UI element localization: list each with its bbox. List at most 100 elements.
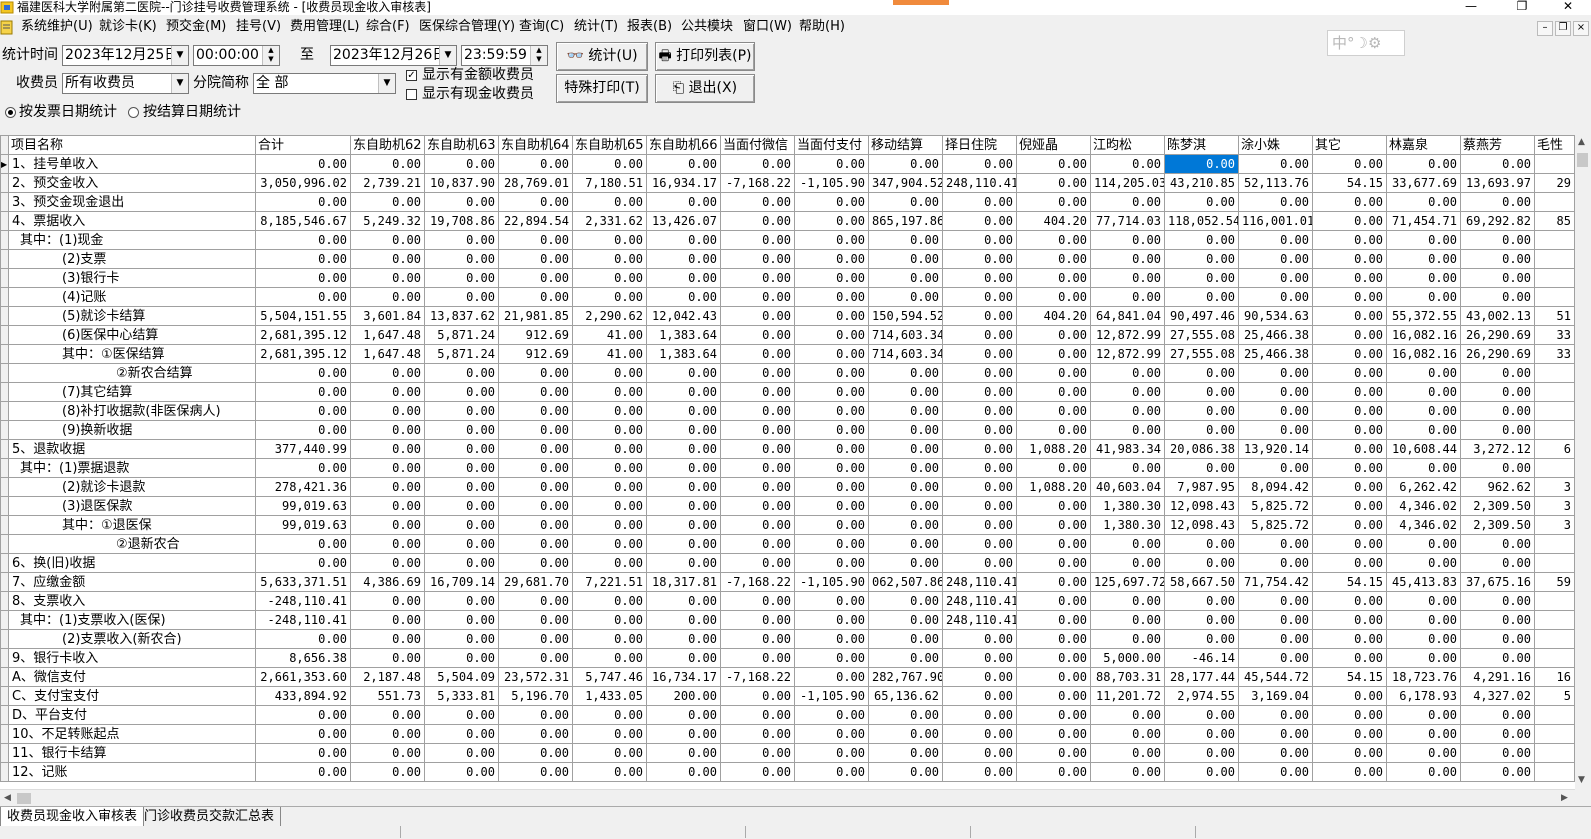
amount-cell[interactable]: 0.00 <box>1460 268 1535 288</box>
amount-cell[interactable]: 0.00 <box>720 762 795 782</box>
amount-cell[interactable]: 0.00 <box>1386 610 1461 630</box>
amount-cell[interactable]: 69,292.82 <box>1460 211 1535 231</box>
amount-cell[interactable]: 0.00 <box>572 458 647 478</box>
row-indicator[interactable] <box>0 268 9 288</box>
table-row[interactable]: 6、换(旧)收据 0.00 0.00 0.00 0.00 0.00 0.00 0.00 0.00… <box>0 553 1575 573</box>
column-header[interactable]: 陈梦淇 <box>1164 135 1239 155</box>
chevron-down-icon[interactable]: ▼ <box>439 46 456 65</box>
table-row[interactable]: (5)就诊卡结算 5,504,151.55 3,601.84 13,837.62 21,… <box>0 306 1575 326</box>
row-indicator[interactable] <box>0 610 9 630</box>
amount-cell[interactable]: 0.00 <box>720 686 795 706</box>
row-label-cell[interactable]: ②退新农合 <box>8 534 256 554</box>
amount-cell[interactable]: 0.00 <box>1164 458 1239 478</box>
menu-stats[interactable]: 统计(T) <box>574 19 618 35</box>
amount-cell[interactable]: 0.00 <box>1238 724 1313 744</box>
amount-cell[interactable]: 5,871.24 <box>424 325 499 345</box>
amount-cell[interactable]: 865,197.86 <box>868 211 943 231</box>
amount-cell[interactable]: 0.00 <box>720 610 795 630</box>
row-indicator[interactable] <box>0 420 9 440</box>
row-label-cell[interactable]: 2、预交金收入 <box>8 173 256 193</box>
table-row[interactable]: 11、银行卡结算 0.00 0.00 0.00 0.00 0.00 0.00 0.00 0.00… <box>0 743 1575 763</box>
amount-cell[interactable]: 71,454.71 <box>1386 211 1461 231</box>
amount-cell[interactable]: 0.00 <box>794 458 869 478</box>
amount-cell[interactable]: 3 <box>1534 515 1575 535</box>
amount-cell[interactable]: 0.00 <box>498 363 573 383</box>
row-indicator[interactable] <box>0 344 9 364</box>
amount-cell[interactable]: 51 <box>1534 306 1575 326</box>
amount-cell[interactable]: 0.00 <box>1164 192 1239 212</box>
amount-cell[interactable]: 0.00 <box>1164 363 1239 383</box>
amount-cell[interactable]: 0.00 <box>1312 382 1387 402</box>
row-indicator[interactable]: ▶ <box>0 154 9 174</box>
amount-cell[interactable]: 0.00 <box>1386 553 1461 573</box>
amount-cell[interactable]: 0.00 <box>794 762 869 782</box>
branch-select[interactable]: 全 部 ▼ <box>253 73 396 94</box>
amount-cell[interactable]: 3,272.12 <box>1460 439 1535 459</box>
amount-cell[interactable]: 0.00 <box>498 515 573 535</box>
amount-cell[interactable]: 0.00 <box>1386 363 1461 383</box>
amount-cell[interactable]: 0.00 <box>720 743 795 763</box>
amount-cell[interactable]: 0.00 <box>868 724 943 744</box>
column-header[interactable]: 东自助机64 <box>498 135 573 155</box>
amount-cell[interactable]: 13,426.07 <box>646 211 721 231</box>
amount-cell[interactable]: 4,386.69 <box>350 572 425 592</box>
amount-cell[interactable]: 0.00 <box>350 287 425 307</box>
amount-cell[interactable]: 0.00 <box>572 553 647 573</box>
row-indicator[interactable] <box>0 325 9 345</box>
column-header[interactable]: 东自助机63 <box>424 135 499 155</box>
column-header[interactable]: 东自助机62 <box>350 135 425 155</box>
table-row[interactable]: (4)记账 0.00 0.00 0.00 0.00 0.00 0.00 0.00 0.00 0.0… <box>0 287 1575 307</box>
amount-cell[interactable]: 0.00 <box>255 230 351 250</box>
amount-cell[interactable]: 0.00 <box>1460 192 1535 212</box>
amount-cell[interactable]: 85 <box>1534 211 1575 231</box>
amount-cell[interactable]: 0.00 <box>1312 705 1387 725</box>
minimize-button[interactable]: — <box>1456 0 1486 15</box>
amount-cell[interactable] <box>1534 268 1575 288</box>
amount-cell[interactable]: 0.00 <box>572 439 647 459</box>
amount-cell[interactable]: 0.00 <box>424 154 499 174</box>
amount-cell[interactable]: 0.00 <box>868 458 943 478</box>
amount-cell[interactable]: 0.00 <box>1016 420 1091 440</box>
amount-cell[interactable]: 0.00 <box>868 401 943 421</box>
amount-cell[interactable]: 5,825.72 <box>1238 496 1313 516</box>
amount-cell[interactable]: 0.00 <box>1312 610 1387 630</box>
amount-cell[interactable]: 0.00 <box>1386 705 1461 725</box>
tab-cashier-audit[interactable]: 收费员现金收入审核表 <box>0 807 145 827</box>
amount-cell[interactable]: 0.00 <box>572 382 647 402</box>
amount-cell[interactable]: 0.00 <box>942 192 1017 212</box>
amount-cell[interactable]: 0.00 <box>498 477 573 497</box>
amount-cell[interactable]: 0.00 <box>1386 420 1461 440</box>
row-indicator[interactable] <box>0 667 9 687</box>
amount-cell[interactable]: 0.00 <box>572 648 647 668</box>
amount-cell[interactable]: 0.00 <box>1090 610 1165 630</box>
row-label-cell[interactable]: (4)记账 <box>8 287 256 307</box>
amount-cell[interactable] <box>1534 629 1575 649</box>
amount-cell[interactable]: 0.00 <box>1238 534 1313 554</box>
amount-cell[interactable]: 0.00 <box>1238 363 1313 383</box>
amount-cell[interactable]: 0.00 <box>350 477 425 497</box>
amount-cell[interactable]: 8,656.38 <box>255 648 351 668</box>
row-label-cell[interactable]: (7)其它结算 <box>8 382 256 402</box>
table-row[interactable]: (3)退医保款 99,019.63 0.00 0.00 0.00 0.00 0.00 0.00… <box>0 496 1575 516</box>
amount-cell[interactable]: 0.00 <box>1090 249 1165 269</box>
amount-cell[interactable]: 3,169.04 <box>1238 686 1313 706</box>
row-indicator[interactable] <box>0 211 9 231</box>
amount-cell[interactable]: 0.00 <box>868 534 943 554</box>
row-label-cell[interactable]: 12、记账 <box>8 762 256 782</box>
amount-cell[interactable]: 0.00 <box>424 496 499 516</box>
amount-cell[interactable]: 16,082.16 <box>1386 325 1461 345</box>
amount-cell[interactable]: 0.00 <box>720 382 795 402</box>
amount-cell[interactable]: 25,466.38 <box>1238 344 1313 364</box>
table-row[interactable]: (2)支票 0.00 0.00 0.00 0.00 0.00 0.00 0.00 0.00 0.0… <box>0 249 1575 269</box>
amount-cell[interactable]: 0.00 <box>794 230 869 250</box>
amount-cell[interactable]: 0.00 <box>868 591 943 611</box>
amount-cell[interactable] <box>1534 534 1575 554</box>
amount-cell[interactable]: 0.00 <box>1460 363 1535 383</box>
start-time-spinner[interactable]: ▲ ▼ <box>262 46 279 65</box>
amount-cell[interactable]: 0.00 <box>350 724 425 744</box>
table-row[interactable]: D、平台支付 0.00 0.00 0.00 0.00 0.00 0.00 0.00 0.00 0.… <box>0 705 1575 725</box>
row-label-cell[interactable]: 8、支票收入 <box>8 591 256 611</box>
amount-cell[interactable]: 0.00 <box>424 401 499 421</box>
table-row[interactable]: 4、票据收入 8,185,546.67 5,249.32 19,708.86 22,89… <box>0 211 1575 231</box>
amount-cell[interactable]: 0.00 <box>1460 420 1535 440</box>
